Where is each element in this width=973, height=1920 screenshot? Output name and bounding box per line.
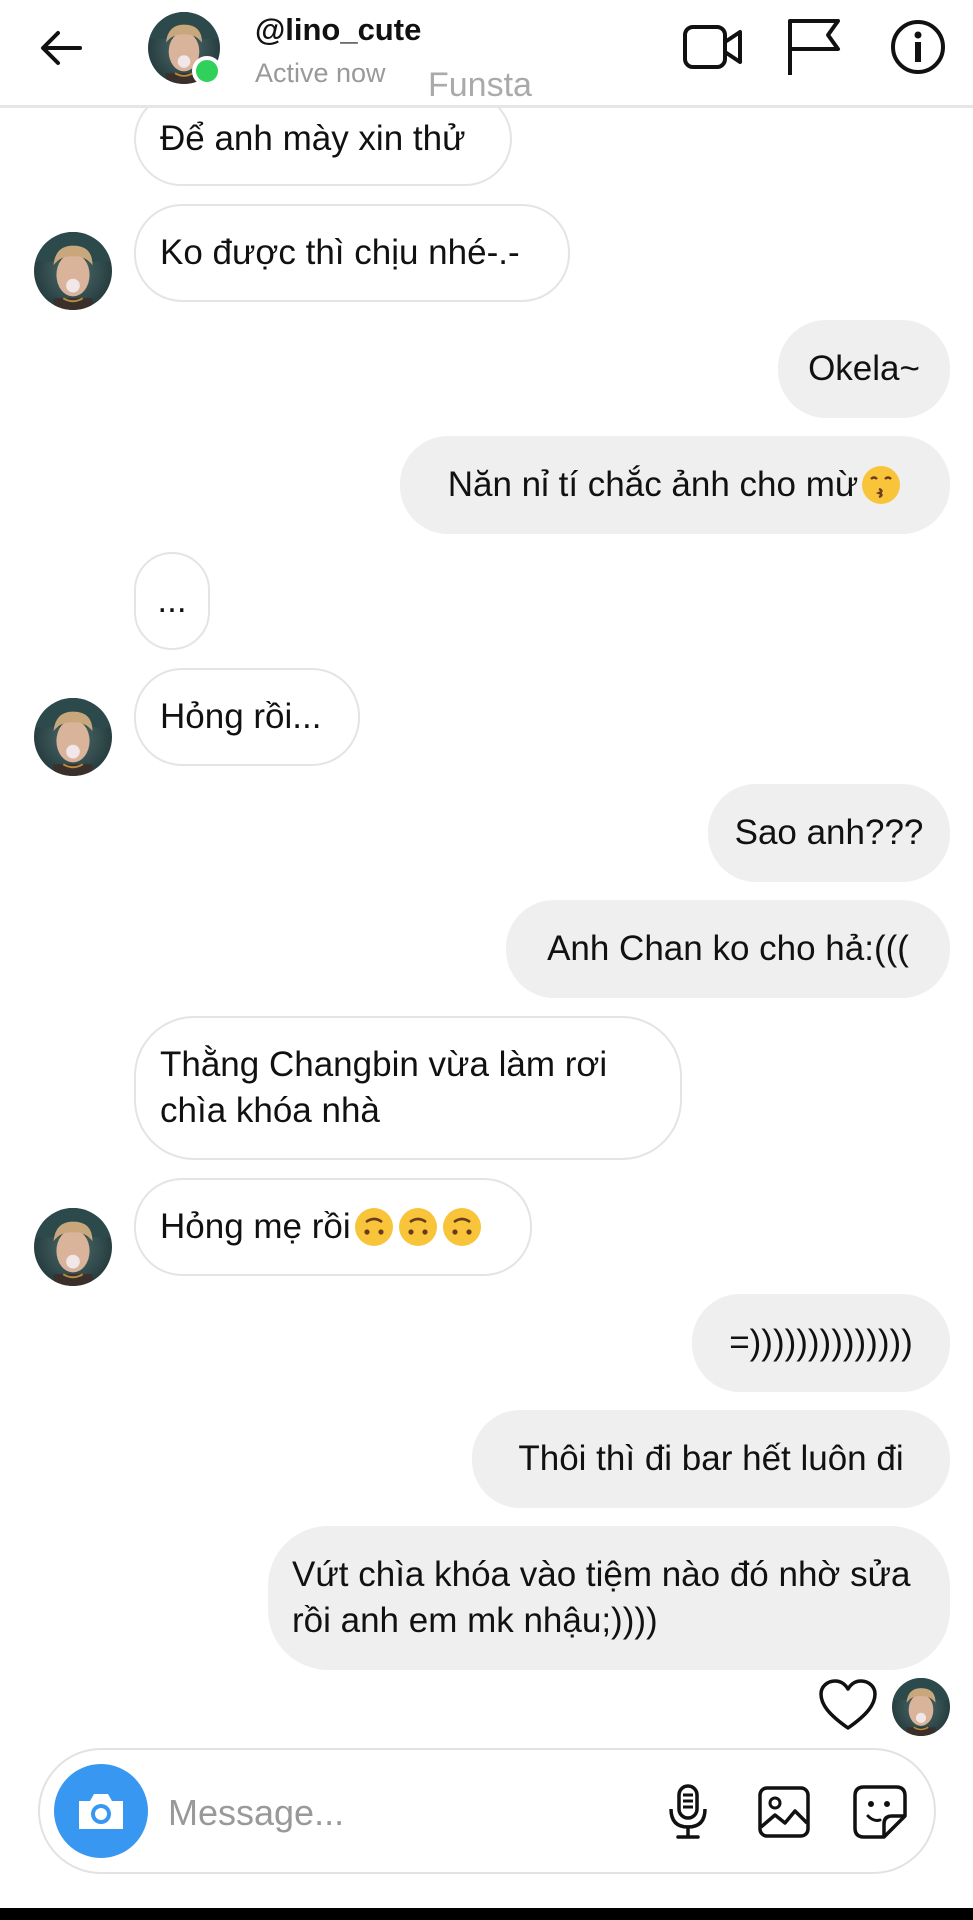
message-bubble[interactable]: Okela~ [778, 320, 950, 418]
sticker-icon [853, 1785, 907, 1839]
contact-username[interactable]: @lino_cute [255, 12, 421, 48]
voice-message-button[interactable] [656, 1780, 720, 1844]
message-text: Năn nỉ tí chắc ảnh cho mừ [447, 465, 859, 504]
report-button[interactable] [780, 14, 846, 80]
message-bubble[interactable]: Năn nỉ tí chắc ảnh cho mừ [400, 436, 950, 534]
sender-avatar[interactable] [34, 232, 112, 310]
kissing-face-icon [862, 466, 901, 504]
message-bubble[interactable]: Thôi thì đi bar hết luôn đi [472, 1410, 950, 1508]
gallery-button[interactable] [752, 1780, 816, 1844]
message-bubble[interactable]: Vứt chìa khóa vào tiệm nào đó nhờ sửa rồ… [268, 1526, 950, 1670]
video-call-button[interactable] [680, 14, 746, 80]
message-text: Vứt chìa khóa vào tiệm nào đó nhờ sửa rồ… [292, 1555, 911, 1640]
message-bubble[interactable]: Thằng Changbin vừa làm rơi chìa khóa nhà [134, 1016, 682, 1160]
message-text: Hỏng mẹ rồi [160, 1207, 351, 1246]
image-icon [758, 1786, 810, 1838]
conversation-header: @lino_cute Active now Funsta [0, 0, 973, 108]
message-text: Anh Chan ko cho hả:((( [547, 929, 909, 968]
active-status-text: Active now [255, 58, 386, 88]
camera-icon [79, 1794, 123, 1829]
message-text: Thằng Changbin vừa làm rơi chìa khóa nhà [160, 1045, 608, 1130]
message-text: Ko được thì chịu nhé-.- [160, 233, 520, 272]
message-text: Okela~ [808, 349, 920, 388]
message-text: ... [157, 581, 187, 620]
arrow-left-icon [41, 31, 82, 65]
active-status-dot [192, 56, 222, 86]
info-icon [891, 20, 945, 74]
sticker-button[interactable] [848, 1780, 912, 1844]
message-text: Hỏng rồi... [160, 697, 322, 736]
message-bubble[interactable]: Sao anh??? [708, 784, 950, 882]
message-composer [38, 1748, 936, 1874]
info-button[interactable] [885, 14, 951, 80]
upside-down-face-icon [398, 1208, 437, 1246]
camera-button[interactable] [54, 1764, 148, 1858]
back-button[interactable] [30, 18, 90, 78]
message-bubble[interactable]: Hỏng mẹ rồi [134, 1178, 532, 1276]
upside-down-face-icon [442, 1208, 481, 1246]
message-bubble[interactable]: =)))))))))))))) [692, 1294, 950, 1392]
sender-avatar[interactable] [34, 1208, 112, 1286]
message-bubble[interactable]: ... [134, 552, 210, 650]
microphone-icon [669, 1784, 707, 1839]
video-camera-icon [683, 25, 742, 69]
message-text: Thôi thì đi bar hết luôn đi [518, 1439, 904, 1478]
message-thread: Để anh mày xin thử Ko được thì chịu nhé-… [0, 0, 973, 1745]
seen-by-avatar [892, 1678, 950, 1736]
message-input[interactable] [168, 1780, 648, 1846]
message-bubble[interactable]: Ko được thì chịu nhé-.- [134, 204, 570, 302]
flag-icon [788, 19, 840, 75]
message-text: Để anh mày xin thử [160, 119, 466, 158]
message-bubble[interactable]: Anh Chan ko cho hả:((( [506, 900, 950, 998]
chat-label: Funsta [428, 66, 532, 104]
system-navigation-bar [0, 1908, 973, 1920]
message-text: =)))))))))))))) [729, 1323, 913, 1362]
message-text: Sao anh??? [734, 813, 924, 852]
message-bubble[interactable]: Hỏng rồi... [134, 668, 360, 766]
heart-icon[interactable] [818, 1678, 878, 1732]
upside-down-face-icon [354, 1208, 393, 1246]
sender-avatar[interactable] [34, 698, 112, 776]
